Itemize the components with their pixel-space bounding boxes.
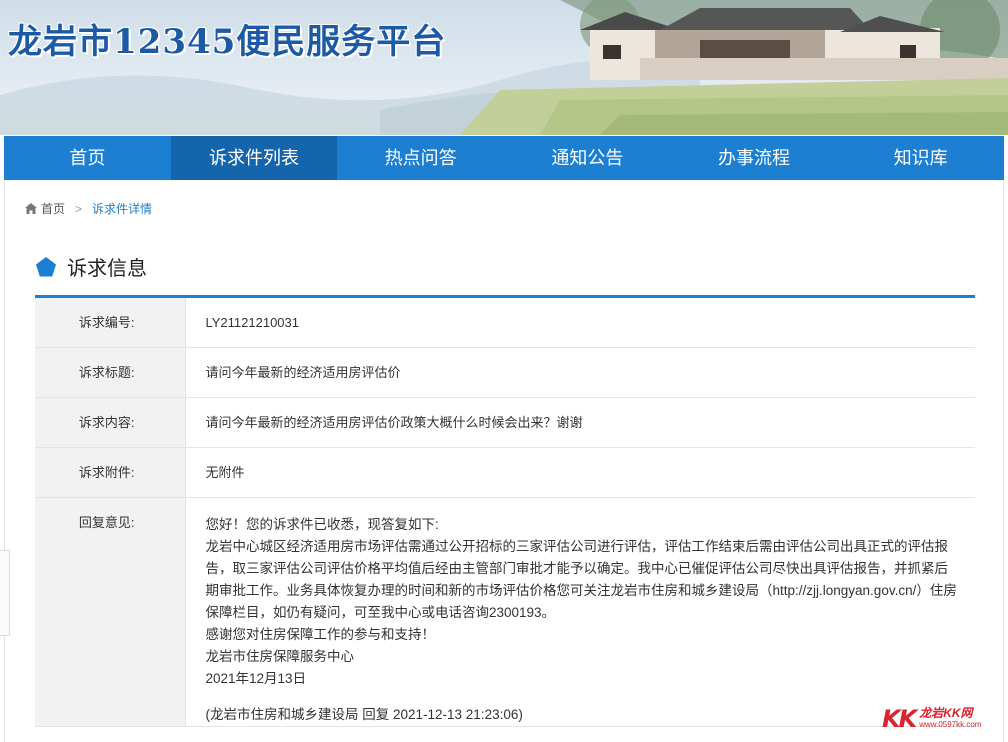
reply-date: 2021年12月13日: [205, 671, 307, 686]
site-title: 龙岩市12345便民服务平台: [8, 22, 447, 62]
nav-item-procedures[interactable]: 办事流程: [671, 136, 838, 180]
row-label: 诉求内容:: [35, 397, 186, 448]
watermark-logo: KK 龙岩KK网 www.0597kk.com: [882, 705, 1002, 733]
table-row: 诉求编号: LY21121210031: [35, 296, 975, 348]
watermark-text: 龙岩KK网 www.0597kk.com: [919, 706, 982, 730]
chevron-right-icon: >: [75, 201, 83, 216]
watermark-name: 龙岩KK网: [919, 706, 973, 720]
reply-thanks: 感谢您对住房保障工作的参与和支持！: [205, 627, 436, 642]
breadcrumb: 首页 > 诉求件详情: [25, 200, 152, 217]
row-label: 诉求标题:: [35, 347, 186, 398]
row-label: 回复意见:: [35, 497, 186, 727]
reply-content: 您好！您的诉求件已收悉，现答复如下: 龙岩中心城区经济适用房市场评估需通过公开招…: [185, 497, 975, 727]
complaint-attachment: 无附件: [185, 447, 975, 498]
row-label: 诉求编号:: [35, 296, 186, 348]
complaint-title: 请问今年最新的经济适用房评估价: [185, 347, 975, 398]
section-header: 诉求信息: [35, 252, 147, 281]
main-nav: 首页 诉求件列表 热点问答 通知公告 办事流程 知识库: [4, 136, 1004, 180]
reply-org: 龙岩市住房保障服务中心: [205, 649, 355, 664]
home-icon: [25, 203, 37, 214]
nav-item-knowledge-base[interactable]: 知识库: [837, 136, 1004, 180]
table-row: 回复意见: 您好！您的诉求件已收悉，现答复如下: 龙岩中心城区经济适用房市场评估…: [35, 497, 975, 727]
pentagon-icon: [36, 256, 56, 276]
complaint-detail-table: 诉求编号: LY21121210031 诉求标题: 请问今年最新的经济适用房评估…: [35, 295, 975, 727]
table-row: 诉求附件: 无附件: [35, 447, 975, 498]
nav-item-notices[interactable]: 通知公告: [504, 136, 671, 180]
breadcrumb-current: 诉求件详情: [92, 202, 153, 216]
reply-signature: (龙岩市住房和城乡建设局 回复 2021-12-13 21:23:06): [205, 707, 523, 722]
complaint-number: LY21121210031: [185, 296, 975, 348]
main-content: 首页 > 诉求件详情 诉求信息 诉求编号: LY21121210031 诉求标题…: [4, 180, 1004, 742]
reply-body: 龙岩中心城区经济适用房市场评估需通过公开招标的三家评估公司进行评估，评估工作结束…: [205, 539, 957, 620]
site-banner: 龙岩市12345便民服务平台: [0, 0, 1008, 135]
watermark-brand: KK: [882, 705, 917, 733]
row-label: 诉求附件:: [35, 447, 186, 498]
side-tab[interactable]: [0, 550, 10, 636]
section-title: 诉求信息: [67, 258, 147, 280]
complaint-content: 请问今年最新的经济适用房评估价政策大概什么时候会出来？谢谢: [185, 397, 975, 448]
table-row: 诉求标题: 请问今年最新的经济适用房评估价: [35, 347, 975, 398]
watermark-url: www.0597kk.com: [919, 720, 982, 729]
nav-item-complaint-list[interactable]: 诉求件列表: [170, 136, 338, 180]
reply-greeting: 您好！您的诉求件已收悉，现答复如下:: [205, 517, 439, 532]
nav-item-hot-qa[interactable]: 热点问答: [337, 136, 504, 180]
nav-item-home[interactable]: 首页: [4, 136, 171, 180]
table-row: 诉求内容: 请问今年最新的经济适用房评估价政策大概什么时候会出来？谢谢: [35, 397, 975, 448]
breadcrumb-home-link[interactable]: 首页: [41, 200, 65, 217]
